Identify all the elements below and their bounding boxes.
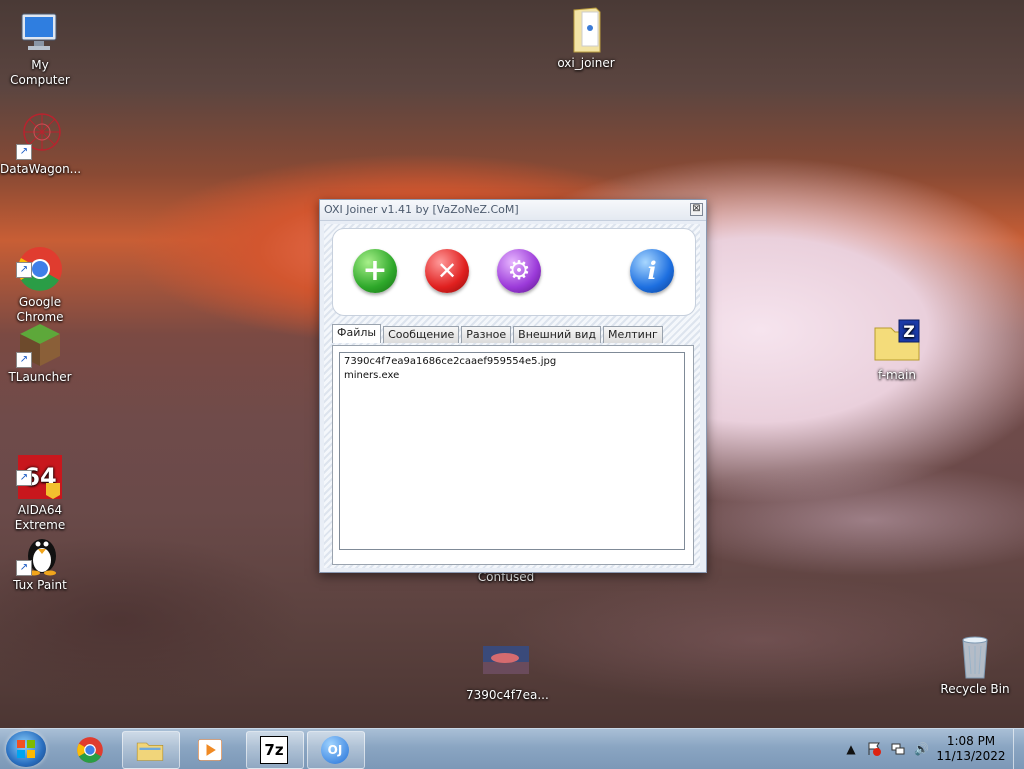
image-file-7390c4f7ea[interactable]: 7390c4f7ea... (466, 646, 549, 703)
clock[interactable]: 1:08 PM 11/13/2022 (936, 734, 1006, 764)
tlauncher-shortcut[interactable]: ↗ TLauncher (0, 320, 80, 385)
f-main-archive[interactable]: Z f-main (857, 318, 937, 383)
tab-message[interactable]: Сообщение (383, 326, 460, 343)
winrar-zip-folder-icon: Z (873, 318, 921, 366)
show-hidden-icons-chevron-icon[interactable]: ▲ (844, 742, 858, 756)
datawagon-label: DataWagon... (0, 162, 82, 176)
7zip-icon: 7z (260, 736, 288, 764)
taskbar-7zip-button[interactable]: 7z (246, 731, 304, 769)
folder-icon (562, 6, 610, 54)
aida64-icon: 64 ↗ (16, 438, 64, 499)
toolbar: + ✕ ⚙ i (332, 228, 696, 316)
chrome-icon: ↗ (16, 230, 64, 291)
tux-paint-shortcut[interactable]: ↗ Tux Paint (0, 528, 80, 593)
recycle-bin[interactable]: Recycle Bin (935, 632, 1015, 697)
tux-paint-label: Tux Paint (13, 578, 67, 592)
image-thumbnail-icon (483, 646, 529, 674)
f-main-label: f-main (878, 368, 916, 382)
folder-icon (136, 742, 164, 761)
shortcut-arrow-icon: ↗ (16, 144, 32, 160)
recycle-bin-icon (951, 632, 999, 680)
list-item[interactable]: 7390c4f7ea9a1686ce2caaef959554e5.jpg (344, 355, 680, 369)
shortcut-arrow-icon: ↗ (16, 560, 32, 576)
oxi-joiner-label: oxi_joiner (557, 56, 615, 70)
tux-penguin-icon: ↗ (16, 528, 64, 576)
clock-time: 1:08 PM (946, 734, 996, 748)
oxi-joiner-folder[interactable]: oxi_joiner (546, 6, 626, 71)
settings-button[interactable]: ⚙ (497, 249, 541, 293)
my-computer-label: My Computer (10, 58, 70, 87)
network-icon[interactable] (891, 742, 905, 756)
svg-text:Z: Z (903, 322, 915, 341)
oxi-joiner-window: OXI Joiner v1.41 by [VaZoNeZ.CoM] ⊠ + ✕ … (319, 199, 707, 573)
chrome-icon (77, 737, 103, 763)
taskbar-chrome-button[interactable] (62, 731, 120, 769)
oxi-joiner-icon: OJ (321, 736, 349, 764)
files-panel: 7390c4f7ea9a1686ce2caaef959554e5.jpg min… (332, 345, 694, 565)
my-computer-icon[interactable]: My Computer (0, 8, 80, 88)
info-button[interactable]: i (630, 249, 674, 293)
action-center-flag-icon[interactable] (867, 742, 881, 756)
taskbar-explorer-button[interactable] (122, 731, 180, 769)
image-file-label: 7390c4f7ea... (466, 688, 549, 702)
file-list[interactable]: 7390c4f7ea9a1686ce2caaef959554e5.jpg min… (339, 352, 685, 550)
volume-icon[interactable]: 🔊 (914, 742, 929, 756)
taskbar-oxi-joiner-button[interactable]: OJ (307, 731, 365, 769)
start-button[interactable] (6, 731, 46, 767)
taskbar-media-player-button[interactable] (182, 731, 240, 769)
show-desktop-button[interactable] (1013, 729, 1024, 769)
tab-misc[interactable]: Разное (461, 326, 512, 343)
add-file-button[interactable]: + (353, 249, 397, 293)
taskbar: 7z OJ ▲ 🔊 1:08 PM 11/13/2022 (0, 728, 1024, 769)
recycle-bin-label: Recycle Bin (940, 682, 1010, 696)
windows-logo-icon (17, 740, 35, 758)
minecraft-block-icon: ↗ (16, 320, 64, 368)
datawagon-icon: ↗ (16, 112, 64, 160)
tab-melting[interactable]: Мелтинг (602, 326, 663, 343)
remove-file-button[interactable]: ✕ (425, 249, 469, 293)
datawagon-shortcut[interactable]: ↗ DataWagon... (0, 112, 82, 177)
computer-icon (16, 8, 64, 56)
clock-date: 11/13/2022 (936, 749, 1006, 763)
tab-strip: Файлы Сообщение Разное Внешний вид Мелти… (332, 324, 665, 344)
window-close-button[interactable]: ⊠ (690, 203, 703, 216)
tab-files[interactable]: Файлы (332, 324, 382, 343)
media-player-icon (198, 739, 222, 761)
tab-appearance[interactable]: Внешний вид (513, 326, 601, 343)
tlauncher-label: TLauncher (8, 370, 72, 384)
shortcut-arrow-icon: ↗ (16, 262, 32, 278)
window-title[interactable]: OXI Joiner v1.41 by [VaZoNeZ.CoM] (320, 200, 706, 221)
shortcut-arrow-icon: ↗ (16, 470, 32, 486)
shortcut-arrow-icon: ↗ (16, 352, 32, 368)
list-item[interactable]: miners.exe (344, 369, 680, 383)
